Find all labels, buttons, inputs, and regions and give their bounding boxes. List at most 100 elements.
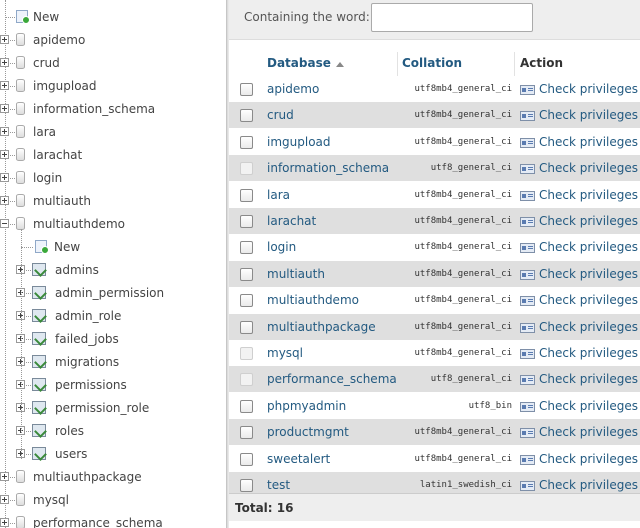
check-privileges-link[interactable]: Check privileges [539,320,638,334]
expand-icon[interactable] [0,127,9,136]
row-checkbox[interactable] [240,267,253,281]
database-name-link[interactable]: information_schema [267,161,389,175]
database-name-link[interactable]: apidemo [267,82,319,96]
tree-table-admin-role[interactable]: admin_role [0,306,226,326]
check-privileges-link[interactable]: Check privileges [539,267,638,281]
expand-icon[interactable] [0,150,9,159]
tree-db-apidemo[interactable]: apidemo [0,30,226,50]
collation-column-header[interactable]: Collation [402,56,462,70]
tree-table-roles[interactable]: roles [0,421,226,441]
tree-table-admins[interactable]: admins [0,260,226,280]
check-privileges-link[interactable]: Check privileges [539,161,638,175]
check-privileges-icon[interactable] [520,296,535,307]
tree-db-multiauthpackage[interactable]: multiauthpackage [0,467,226,487]
tree-table-migrations[interactable]: migrations [0,352,226,372]
tree-db-mysql[interactable]: mysql [0,490,226,510]
collapse-icon[interactable] [0,219,9,228]
expand-icon[interactable] [0,495,9,504]
expand-icon[interactable] [0,81,9,90]
row-checkbox[interactable] [240,241,253,255]
check-privileges-icon[interactable] [520,322,535,333]
database-name-link[interactable]: login [267,240,296,254]
check-privileges-icon[interactable] [520,85,535,95]
check-privileges-link[interactable]: Check privileges [539,293,638,307]
row-checkbox[interactable] [240,294,253,308]
check-privileges-link[interactable]: Check privileges [539,346,638,360]
database-column-header[interactable]: Database [267,56,331,70]
row-checkbox[interactable] [240,188,253,202]
check-privileges-link[interactable]: Check privileges [539,135,638,149]
tree-table-failed-jobs[interactable]: failed_jobs [0,329,226,349]
row-checkbox[interactable] [240,479,253,492]
check-privileges-icon[interactable] [520,164,535,175]
tree-db-login[interactable]: login [0,168,226,188]
expand-icon[interactable] [0,104,9,113]
check-privileges-link[interactable]: Check privileges [539,108,638,122]
tree-db-lara[interactable]: lara [0,122,226,142]
check-privileges-icon[interactable] [520,137,535,148]
database-name-link[interactable]: mysql [267,346,303,360]
row-checkbox[interactable] [240,135,253,149]
check-privileges-link[interactable]: Check privileges [539,214,638,228]
tree-table-admin-permission[interactable]: admin_permission [0,283,226,303]
expand-icon[interactable] [0,58,9,67]
tree-db-multiauth[interactable]: multiauth [0,191,226,211]
tree-db-larachat[interactable]: larachat [0,145,226,165]
database-name-link[interactable]: performance_schema [267,372,397,386]
row-checkbox[interactable] [240,320,253,334]
row-checkbox[interactable] [240,452,253,466]
check-privileges-icon[interactable] [520,190,535,201]
check-privileges-icon[interactable] [520,481,535,491]
check-privileges-icon[interactable] [520,217,535,227]
row-checkbox[interactable] [240,215,253,228]
tree-db-performance-schema[interactable]: performance_schema [0,513,226,528]
expand-icon[interactable] [0,196,9,205]
tree-new-item[interactable]: New [0,237,226,257]
check-privileges-icon[interactable] [520,269,535,280]
database-name-link[interactable]: multiauthdemo [267,293,359,307]
check-privileges-link[interactable]: Check privileges [539,82,638,96]
database-name-link[interactable]: lara [267,188,290,202]
tree-new-item[interactable]: New [0,7,226,27]
check-privileges-icon[interactable] [520,454,535,465]
check-privileges-icon[interactable] [520,243,535,254]
check-privileges-link[interactable]: Check privileges [539,399,638,413]
check-privileges-link[interactable]: Check privileges [539,452,638,466]
tree-db-imgupload[interactable]: imgupload [0,76,226,96]
expand-icon[interactable] [0,518,9,527]
database-name-link[interactable]: test [267,478,290,492]
check-privileges-icon[interactable] [520,375,535,386]
tree-db-crud[interactable]: crud [0,53,226,73]
check-privileges-link[interactable]: Check privileges [539,478,638,492]
check-privileges-icon[interactable] [520,428,535,439]
row-checkbox[interactable] [240,426,253,440]
expand-icon[interactable] [0,35,9,44]
tree-table-permissions[interactable]: permissions [0,375,226,395]
sort-ascending-icon[interactable] [336,62,344,67]
tree-db-multiauthdemo[interactable]: multiauthdemo [0,214,226,234]
row-checkbox[interactable] [240,83,253,96]
filter-input[interactable] [371,3,533,32]
expand-icon[interactable] [0,472,9,481]
database-name-link[interactable]: phpmyadmin [267,399,346,413]
check-privileges-link[interactable]: Check privileges [539,240,638,254]
database-name-link[interactable]: productmgmt [267,425,349,439]
tree-table-permission-role[interactable]: permission_role [0,398,226,418]
database-name-link[interactable]: imgupload [267,135,331,149]
expand-icon[interactable] [0,173,9,182]
database-name-link[interactable]: crud [267,108,294,122]
check-privileges-icon[interactable] [520,349,535,359]
row-checkbox[interactable] [240,109,253,123]
check-privileges-icon[interactable] [520,401,535,412]
check-privileges-link[interactable]: Check privileges [539,372,638,386]
database-name-link[interactable]: multiauth [267,267,325,281]
row-checkbox[interactable] [240,399,253,413]
check-privileges-link[interactable]: Check privileges [539,425,638,439]
tree-table-users[interactable]: users [0,444,226,464]
check-privileges-link[interactable]: Check privileges [539,188,638,202]
database-name-link[interactable]: multiauthpackage [267,320,376,334]
database-name-link[interactable]: sweetalert [267,452,330,466]
check-privileges-icon[interactable] [520,111,535,122]
database-name-link[interactable]: larachat [267,214,316,228]
tree-db-information-schema[interactable]: information_schema [0,99,226,119]
